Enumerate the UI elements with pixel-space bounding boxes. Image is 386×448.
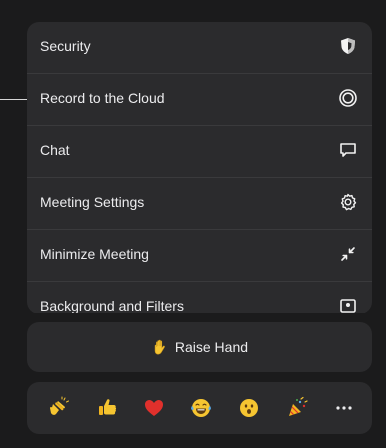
raised-hand-icon (151, 338, 169, 356)
clapping-hands-icon[interactable] (47, 396, 71, 420)
raise-hand-content: Raise Hand (27, 338, 372, 356)
chat-bubble-icon (338, 140, 358, 160)
menu-item-background-and-filters[interactable]: Background and Filters (27, 282, 372, 314)
more-icon[interactable] (332, 396, 356, 420)
minimize-icon (338, 244, 358, 264)
raise-hand-label: Raise Hand (174, 339, 249, 355)
menu-item-chat[interactable]: Chat (27, 126, 372, 178)
background-icon (338, 296, 358, 314)
tears-of-joy-icon[interactable] (189, 396, 213, 420)
menu-item-label: Security (40, 38, 91, 54)
options-menu: Security Record to the Cloud Chat Meetin… (27, 22, 372, 314)
menu-item-label: Background and Filters (40, 298, 184, 314)
meeting-more-menu: Security Record to the Cloud Chat Meetin… (0, 0, 386, 448)
record-icon (338, 88, 358, 108)
surprised-face-icon[interactable] (237, 396, 261, 420)
menu-item-label: Record to the Cloud (40, 90, 165, 106)
shield-icon (338, 36, 358, 56)
menu-item-meeting-settings[interactable]: Meeting Settings (27, 178, 372, 230)
menu-clip-strip (27, 313, 372, 319)
reactions-bar (27, 382, 372, 434)
menu-item-security[interactable]: Security (27, 22, 372, 74)
party-popper-icon[interactable] (285, 396, 309, 420)
raise-hand-button[interactable]: Raise Hand (27, 322, 372, 372)
menu-item-minimize-meeting[interactable]: Minimize Meeting (27, 230, 372, 282)
menu-item-record-to-cloud[interactable]: Record to the Cloud (27, 74, 372, 126)
gear-icon (338, 192, 358, 212)
menu-item-label: Minimize Meeting (40, 246, 149, 262)
menu-item-label: Chat (40, 142, 70, 158)
thumbs-up-icon[interactable] (95, 396, 119, 420)
menu-item-label: Meeting Settings (40, 194, 145, 210)
red-heart-icon[interactable] (142, 396, 166, 420)
